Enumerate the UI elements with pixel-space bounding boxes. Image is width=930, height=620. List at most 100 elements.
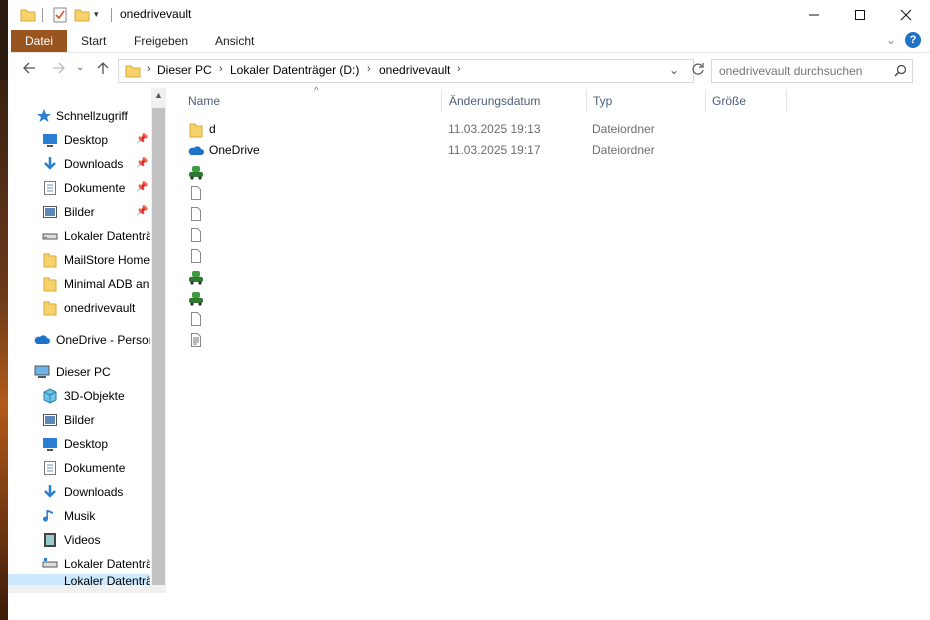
pin-icon[interactable]: 📌 bbox=[136, 152, 148, 176]
sidebar-item-label: OneDrive - Persor bbox=[56, 333, 150, 347]
column-header-name[interactable]: Name bbox=[188, 88, 220, 114]
sidebar-item-music[interactable]: Musik bbox=[8, 504, 150, 528]
file-row[interactable] bbox=[186, 161, 886, 182]
column-header-size[interactable]: Größe bbox=[712, 88, 746, 114]
column-header-type[interactable]: Typ bbox=[593, 88, 612, 114]
file-icon bbox=[188, 311, 204, 327]
pin-icon[interactable]: 📌 bbox=[136, 128, 148, 152]
sidebar-item-onedrive[interactable]: OneDrive - Persor bbox=[8, 328, 150, 352]
pin-icon[interactable]: 📌 bbox=[136, 176, 148, 200]
file-icon bbox=[188, 227, 204, 243]
sidebar-item-label: Dokumente bbox=[64, 461, 126, 475]
search-icon[interactable] bbox=[894, 64, 907, 77]
tab-ansicht[interactable]: Ansicht bbox=[203, 30, 266, 52]
navigation-pane: Schnellzugriff Desktop 📌 Downloads 📌 Dok… bbox=[8, 88, 166, 585]
sidebar-item-label: Bilder bbox=[64, 205, 95, 219]
sidebar-item-documents[interactable]: Dokumente 📌 bbox=[8, 176, 150, 200]
new-folder-icon[interactable] bbox=[74, 7, 90, 23]
tab-start[interactable]: Start bbox=[69, 30, 118, 52]
text-file-icon bbox=[188, 332, 204, 348]
up-button[interactable] bbox=[96, 61, 110, 75]
chevron-right-icon[interactable]: › bbox=[457, 63, 461, 75]
sidebar-item-mailstore[interactable]: MailStore Home bbox=[8, 248, 150, 272]
sidebar-item-this-pc[interactable]: Dieser PC bbox=[8, 360, 150, 384]
close-button[interactable] bbox=[883, 0, 929, 30]
drive-icon bbox=[42, 556, 58, 572]
file-row[interactable] bbox=[186, 308, 886, 329]
sidebar-item-downloads-pc[interactable]: Downloads bbox=[8, 480, 150, 504]
window-title: onedrivevault bbox=[120, 7, 192, 21]
scroll-up-icon[interactable]: ▲ bbox=[154, 90, 163, 100]
search-input[interactable] bbox=[717, 63, 891, 79]
divider bbox=[111, 8, 112, 22]
column-header-date[interactable]: Änderungsdatum bbox=[449, 88, 540, 114]
maximize-icon bbox=[855, 10, 865, 20]
address-bar[interactable]: › Dieser PC › Lokaler Datenträger (D:) ›… bbox=[118, 59, 694, 83]
sidebar-item-videos[interactable]: Videos bbox=[8, 528, 150, 552]
help-icon[interactable]: ? bbox=[905, 32, 921, 48]
file-row[interactable] bbox=[186, 287, 886, 308]
sidebar-item-local-drive[interactable]: Lokaler Datenträ bbox=[8, 224, 150, 248]
file-name: OneDrive bbox=[209, 143, 260, 157]
sidebar-item-quick-access[interactable]: Schnellzugriff bbox=[8, 104, 150, 128]
folder-icon bbox=[42, 276, 58, 292]
breadcrumb-drive-d[interactable]: Lokaler Datenträger (D:) bbox=[230, 63, 359, 77]
sidebar-item-3d-objects[interactable]: 3D-Objekte bbox=[8, 384, 150, 408]
sidebar-item-label: Minimal ADB an bbox=[64, 277, 150, 291]
sidebar-item-label: Downloads bbox=[64, 157, 124, 171]
sidebar-item-pictures-pc[interactable]: Bilder bbox=[8, 408, 150, 432]
pin-icon[interactable]: 📌 bbox=[136, 200, 148, 224]
file-row[interactable] bbox=[186, 245, 886, 266]
sidebar-item-pictures[interactable]: Bilder 📌 bbox=[8, 200, 150, 224]
refresh-icon bbox=[692, 63, 704, 75]
file-row[interactable] bbox=[186, 182, 886, 203]
file-row[interactable] bbox=[186, 203, 886, 224]
sidebar-item-local-drive-selected[interactable]: Lokaler Datenträ bbox=[8, 574, 150, 585]
tab-freigeben[interactable]: Freigeben bbox=[122, 30, 200, 52]
sidebar-item-desktop[interactable]: Desktop 📌 bbox=[8, 128, 150, 152]
sidebar-item-downloads[interactable]: Downloads 📌 bbox=[8, 152, 150, 176]
column-divider[interactable] bbox=[586, 90, 587, 112]
search-box[interactable] bbox=[711, 59, 913, 83]
column-divider[interactable] bbox=[705, 90, 706, 112]
address-dropdown-icon[interactable]: ⌄ bbox=[669, 63, 679, 77]
file-row[interactable] bbox=[186, 329, 886, 350]
file-row[interactable] bbox=[186, 266, 886, 287]
maximize-button[interactable] bbox=[837, 0, 883, 30]
chevron-right-icon[interactable]: › bbox=[367, 63, 371, 75]
file-type: Dateiordner bbox=[592, 122, 655, 136]
column-divider[interactable] bbox=[786, 90, 787, 112]
sidebar-item-documents-pc[interactable]: Dokumente bbox=[8, 456, 150, 480]
column-divider[interactable] bbox=[441, 90, 442, 112]
recent-locations-icon[interactable]: ⌄ bbox=[76, 62, 84, 73]
chevron-right-icon[interactable]: › bbox=[147, 63, 151, 75]
tab-datei[interactable]: Datei bbox=[11, 30, 68, 52]
file-row[interactable]: OneDrive 11.03.2025 19:17 Dateiordner bbox=[186, 140, 886, 161]
customize-quick-access-icon[interactable]: ▾ bbox=[94, 9, 99, 25]
music-icon bbox=[42, 508, 58, 524]
back-button[interactable] bbox=[22, 61, 36, 75]
sidebar-item-label: Downloads bbox=[64, 485, 124, 499]
expand-ribbon-icon[interactable]: ⌄ bbox=[886, 33, 896, 47]
executable-icon bbox=[188, 164, 204, 180]
file-row[interactable] bbox=[186, 224, 886, 245]
breadcrumb-onedrivevault[interactable]: onedrivevault bbox=[379, 63, 450, 77]
minimize-button[interactable] bbox=[791, 0, 837, 30]
sidebar-scroll-thumb[interactable] bbox=[152, 108, 165, 585]
file-row[interactable]: d 11.03.2025 19:13 Dateiordner bbox=[186, 119, 886, 140]
sidebar-item-onedrivevault[interactable]: onedrivevault bbox=[8, 296, 150, 320]
sidebar-item-minimal-adb[interactable]: Minimal ADB an bbox=[8, 272, 150, 296]
sidebar-item-local-drive-pc[interactable]: Lokaler Datenträ bbox=[8, 552, 150, 576]
sidebar-horizontal-scrollbar[interactable] bbox=[8, 585, 166, 593]
breadcrumb-this-pc[interactable]: Dieser PC bbox=[157, 63, 212, 77]
file-icon bbox=[188, 248, 204, 264]
sidebar-item-label: Desktop bbox=[64, 437, 109, 451]
desktop-icon bbox=[42, 436, 58, 452]
properties-icon[interactable] bbox=[52, 7, 68, 23]
forward-button[interactable] bbox=[52, 61, 66, 75]
folder-icon bbox=[42, 252, 58, 268]
downloads-icon bbox=[42, 156, 58, 172]
sidebar-item-desktop-pc[interactable]: Desktop bbox=[8, 432, 150, 456]
refresh-button[interactable] bbox=[691, 62, 705, 76]
chevron-right-icon[interactable]: › bbox=[219, 63, 223, 75]
